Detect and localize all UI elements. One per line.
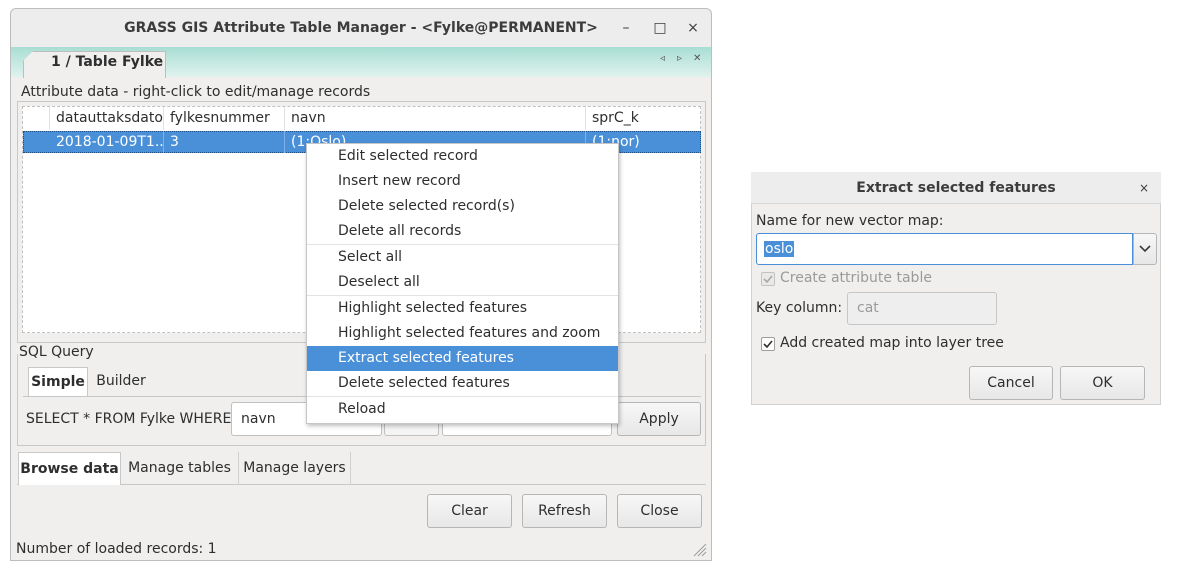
add-to-layer-tree-label: Add created map into layer tree: [780, 335, 1004, 351]
sql-prefix-label: SELECT * FROM Fylke WHERE: [26, 411, 232, 427]
table-cell[interactable]: 2018-01-09T1...: [50, 131, 164, 153]
clear-button[interactable]: Clear: [427, 494, 512, 528]
column-header[interactable]: navn: [285, 107, 586, 130]
tab-manage-tables[interactable]: Manage tables: [121, 452, 238, 485]
ok-button[interactable]: OK: [1060, 366, 1145, 400]
window-close-button[interactable]: ×: [683, 18, 703, 38]
maximize-button[interactable]: □: [650, 18, 670, 38]
key-column-label: Key column:: [756, 300, 843, 316]
check-icon: [763, 340, 773, 349]
dialog-close-button[interactable]: ×: [1137, 179, 1151, 197]
create-attribute-table-checkbox[interactable]: [761, 272, 775, 286]
map-name-label: Name for new vector map:: [756, 213, 944, 229]
menu-item-select-all[interactable]: Select all: [307, 245, 618, 270]
dialog-title: Extract selected features: [856, 180, 1056, 196]
create-attribute-table-label: Create attribute table: [780, 270, 932, 286]
chevron-down-icon: [1139, 245, 1151, 253]
cancel-button[interactable]: Cancel: [969, 366, 1053, 400]
map-name-selected-text: oslo: [764, 241, 795, 257]
nav-right-icon[interactable]: ▹: [677, 53, 682, 64]
tab-builder[interactable]: Builder: [91, 367, 151, 397]
map-name-input[interactable]: oslo: [756, 233, 1133, 265]
refresh-button[interactable]: Refresh: [522, 494, 607, 528]
menu-item-delete-selected-features[interactable]: Delete selected features: [307, 371, 618, 396]
menu-item-delete-all-records[interactable]: Delete all records: [307, 219, 618, 244]
column-header[interactable]: sprC_k: [586, 107, 700, 130]
menu-item-extract-selected-features[interactable]: Extract selected features: [307, 346, 618, 371]
column-header[interactable]: fylkesnummer: [164, 107, 285, 130]
menu-item-highlight-and-zoom[interactable]: Highlight selected features and zoom: [307, 321, 618, 346]
nav-left-icon[interactable]: ◃: [660, 53, 665, 64]
resize-grip-icon[interactable]: [689, 539, 707, 557]
menu-item-reload[interactable]: Reload: [307, 397, 618, 422]
status-bar-text: Number of loaded records: 1: [16, 541, 217, 557]
column-header[interactable]: datauttaksdato: [50, 107, 164, 130]
menu-item-highlight-selected-features[interactable]: Highlight selected features: [307, 296, 618, 321]
table-cell[interactable]: 3: [164, 131, 285, 153]
tab-simple[interactable]: Simple: [28, 367, 88, 397]
menu-item-delete-selected-records[interactable]: Delete selected record(s): [307, 194, 618, 219]
row-header-corner: [23, 107, 50, 130]
apply-button[interactable]: Apply: [617, 402, 701, 436]
menu-item-insert-new-record[interactable]: Insert new record: [307, 169, 618, 194]
key-column-input[interactable]: cat: [847, 292, 997, 325]
map-name-dropdown-button[interactable]: [1133, 233, 1157, 265]
add-to-layer-tree-checkbox[interactable]: [761, 337, 775, 351]
menu-item-edit-selected-record[interactable]: Edit selected record: [307, 144, 618, 169]
nav-close-icon[interactable]: ✕: [693, 53, 701, 64]
menu-item-deselect-all[interactable]: Deselect all: [307, 270, 618, 295]
window-title: GRASS GIS Attribute Table Manager - <Fyl…: [124, 20, 598, 36]
tab-browse-data[interactable]: Browse data: [18, 452, 121, 485]
sql-query-title: SQL Query: [19, 344, 94, 360]
check-icon: [763, 275, 773, 284]
attribute-data-title: Attribute data - right-click to edit/man…: [19, 84, 373, 100]
close-button[interactable]: Close: [617, 494, 702, 528]
minimize-button[interactable]: –: [616, 18, 636, 38]
tab-table-fylke-label: 1 / Table Fylke: [51, 54, 164, 70]
tab-manage-layers[interactable]: Manage layers: [238, 452, 351, 485]
